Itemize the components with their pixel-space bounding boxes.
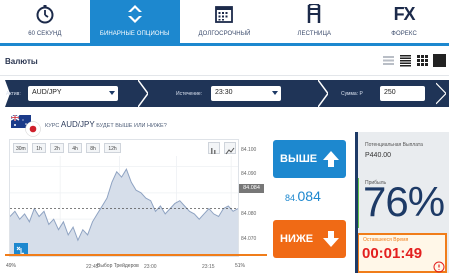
calendar-icon [213,3,235,25]
question-suffix: БУДЕТ ВЫШЕ ИЛИ НИЖЕ? [96,123,167,129]
chevron-divider-icon [436,82,446,105]
product-nav: 60 СЕКУНД БИНАРНЫЕ ОПЦИОНЫ ДОЛГОСРОЧНЫЙ … [0,0,449,43]
nav-label: ЛЕСТНИЦА [297,31,332,37]
y-tick-label: 84.080 [241,211,257,217]
amount-input-value: 250 [384,89,396,96]
trade-filter-bar: Актив: AUD/JPY Истечение: 23:30 Сумма: Р… [0,80,449,107]
fx-logo-icon: FX [393,3,416,24]
chevron-divider-icon [138,80,148,107]
time-remaining-value: 00:01:49 [362,245,423,262]
down-button-label: НИЖЕ [280,233,314,245]
bar-chart-toggle-icon[interactable] [208,142,220,154]
traders-label: Выбор Трейдеров [97,263,139,269]
call-up-button[interactable]: ВЫШЕ [273,140,346,178]
question-prefix: КУРС [45,123,60,129]
timeframe-button[interactable]: 4h [68,143,82,153]
timeframe-button[interactable]: 12h [104,143,121,153]
question-pair: AUD/JPY [60,120,95,129]
grid-small-icon[interactable] [416,54,429,67]
dropdown-arrow-icon [109,91,115,95]
section-title: Валюты [5,57,38,66]
y-tick-label: 84.070 [241,236,257,242]
panel-accent [355,132,358,273]
chart-plot-area [10,156,238,256]
price-main: 84. [285,193,298,203]
price-decimals: 084 [297,188,321,204]
list-view-icon[interactable] [382,54,395,67]
chart-panel: КУРС AUD/JPY БУДЕТ ВЫШЕ ИЛИ НИЖЕ? 30m 1h… [5,113,267,270]
chart-question: КУРС AUD/JPY БУДЕТ ВЫШЕ ИЛИ НИЖЕ? [45,120,167,129]
expiry-select[interactable]: 23:30 [211,86,281,101]
info-icon[interactable] [433,261,445,273]
chevron-divider-icon [318,80,328,107]
timeframe-button[interactable]: 30m [13,143,28,153]
asset-select[interactable]: AUD/JPY [28,86,118,101]
line-chart-toggle-icon[interactable] [224,142,236,155]
potential-payout-label: Потенциальная Выплата [365,142,423,148]
amount-label: Сумма: Р [341,91,363,97]
traders-left-pct: 49% [6,263,17,269]
nav-label: ДОЛГОСРОЧНЫЙ [198,31,251,37]
nav-label: БИНАРНЫЕ ОПЦИОНЫ [99,31,170,37]
compact-list-icon[interactable] [399,54,412,67]
aud-jpy-flag-icon [11,115,41,137]
view-toggle-group [382,54,446,67]
y-tick-label: 84.090 [241,171,257,177]
nav-tab-binary-options[interactable]: БИНАРНЫЕ ОПЦИОНЫ [89,0,180,43]
expiry-label: Истечение: [176,91,203,97]
dropdown-arrow-icon [272,91,278,95]
ladder-icon [303,3,325,25]
grid-large-icon[interactable] [433,54,446,67]
arrow-down-icon [323,231,339,247]
y-tick-label: 84.100 [241,147,257,153]
current-price: 84.084 [285,188,321,204]
time-remaining-box: Оставшееся Время 00:01:49 [357,233,447,273]
nav-tab-ladder[interactable]: ЛЕСТНИЦА [269,0,359,43]
sentiment-bar [5,254,267,256]
timeframe-button[interactable]: 1h [32,143,46,153]
traders-right-pct: 51% [235,263,246,269]
time-remaining-label: Оставшееся Время [363,237,409,243]
current-price-tag: 84.084 [239,184,264,193]
expiry-select-value: 23:30 [215,89,233,96]
nav-label: ФОРЕКС [391,31,417,37]
potential-payout-amount: Р440.00 [365,152,392,159]
nav-tab-long-term[interactable]: ДОЛГОСРОЧНЫЙ [180,0,270,43]
traders-choice: 49% Выбор Трейдеров 51% [5,263,267,271]
trading-page: { "nav": { "items": [ {"label": "60 СЕКУ… [0,0,449,273]
timeframe-button[interactable]: 8h [86,143,100,153]
profit-percentage: 76% [363,178,445,225]
amount-input[interactable]: 250 [380,86,425,101]
price-chart[interactable]: 30m 1h 2h 4h 8h 12h 22:45 23:00 23:15 [9,139,239,270]
timeframe-button[interactable]: 2h [50,143,64,153]
nav-tab-forex[interactable]: FX ФОРЕКС [359,0,449,43]
asset-label: Актив: [6,91,21,97]
asset-select-value: AUD/JPY [32,89,62,96]
up-button-label: ВЫШЕ [280,153,318,165]
arrow-up-icon [323,151,339,167]
put-down-button[interactable]: НИЖЕ [273,220,346,258]
stopwatch-icon [34,3,56,25]
payout-panel: Потенциальная Выплата Р440.00 Прибыль 76… [355,132,449,273]
nav-tab-60-seconds[interactable]: 60 СЕКУНД [0,0,90,43]
up-down-arrows-icon [124,3,146,25]
section-header: Валюты [0,46,449,76]
nav-label: 60 СЕКУНД [28,31,62,37]
